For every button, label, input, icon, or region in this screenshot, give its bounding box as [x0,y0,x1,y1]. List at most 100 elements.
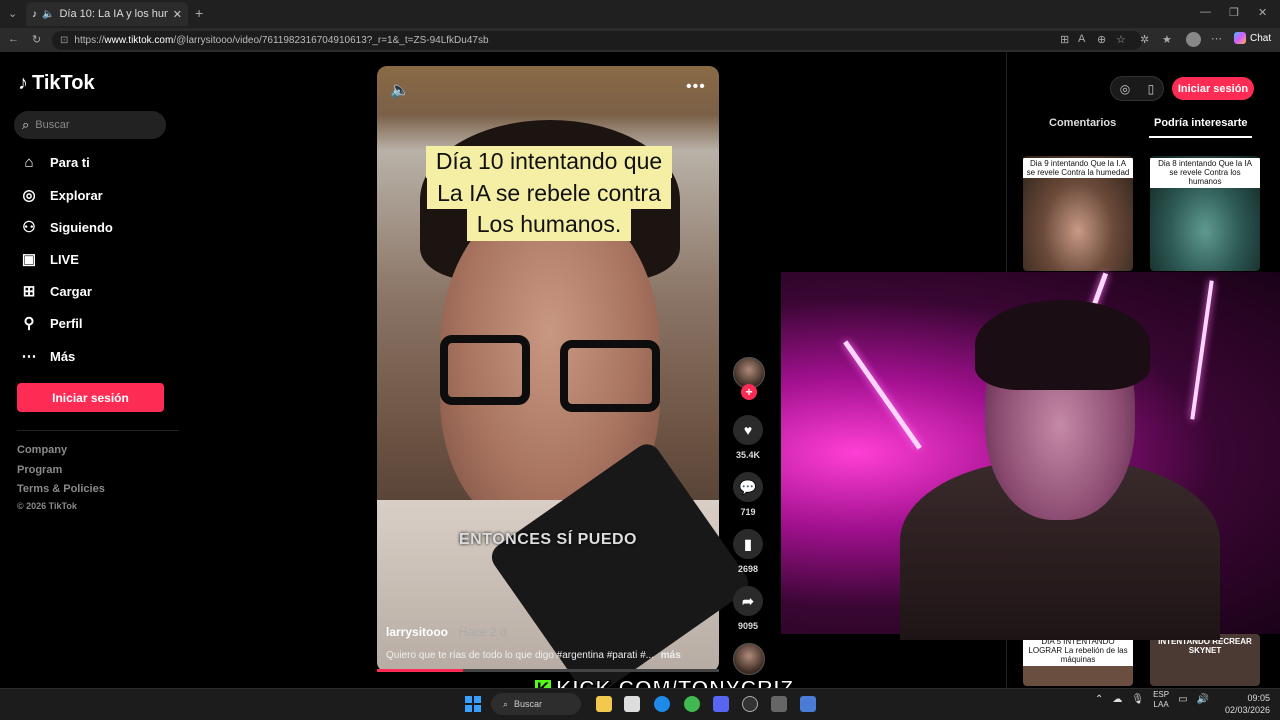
post-time: · Hace 2 d [451,625,507,639]
heart-icon[interactable]: ♥ [733,415,763,445]
file-explorer-icon[interactable] [596,696,612,712]
copilot-chat-button[interactable]: Chat [1234,32,1271,44]
follow-button[interactable]: + [741,384,757,400]
back-icon[interactable]: ← [8,33,19,45]
search-input[interactable]: ⌕ Buscar [14,111,166,139]
nav-perfil[interactable]: ⚲ Perfil [20,311,170,335]
suggested-video-thumb[interactable]: Dia 9 intentando Que la I.A se revele Co… [1023,156,1133,271]
suggested-video-thumb[interactable]: DIA 5 INTENTANDO LOGRAR La rebelión de l… [1023,634,1133,686]
upload-icon: ⊞ [22,283,36,300]
nav-label: Siguiendo [50,219,113,235]
streamer-hair [975,300,1150,390]
footer-terms-link[interactable]: Terms & Policies [17,483,105,495]
browser-tab[interactable]: ♪ 🔈 Día 10: La IA y los humanos e ✕ [26,2,188,26]
nav-cargar[interactable]: ⊞ Cargar [20,279,170,303]
suggested-video-thumb[interactable]: Dia 8 intentando Que la IA se revele Con… [1150,156,1260,271]
chrome-icon[interactable] [684,696,700,712]
taskbar-search-label: Buscar [514,699,543,709]
copilot-icon [1234,32,1246,44]
author-name[interactable]: larrysitooo [386,625,448,639]
mobile-icon[interactable]: ▯ [1148,82,1155,96]
tab-title: Día 10: La IA y los humanos e [59,8,167,20]
video-options-icon[interactable]: ••• [686,78,706,96]
login-button-header[interactable]: Iniciar sesión [1172,77,1254,100]
zoom-icon[interactable]: ⊕ [1097,33,1106,46]
edge-icon[interactable] [654,696,670,712]
share-action[interactable]: ➦ 9095 [733,586,763,631]
video-caption-overlay: Día 10 intentando que La IA se rebele co… [418,146,680,241]
nav-para-ti[interactable]: ⌂ Para ti [20,150,170,174]
save-action[interactable]: ▮ 2698 [733,529,763,574]
footer-copyright: © 2026 TikTok [17,501,77,511]
footer-company-link[interactable]: Company [17,444,67,456]
microphone-icon[interactable]: 🎙 [1131,694,1144,705]
caption-line: Día 10 intentando que [425,146,673,178]
windows-taskbar [0,688,1280,720]
new-tab-icon[interactable]: + [195,5,203,21]
taskbar-search[interactable]: ⌕ Buscar [491,693,581,715]
nav-live[interactable]: ▣ LIVE [20,247,170,271]
thumb-caption: Dia 9 intentando Que la I.A se revele Co… [1023,158,1133,179]
profile-avatar[interactable] [1186,32,1201,47]
volume-icon[interactable]: 🔈 [390,80,410,100]
share-count: 9095 [737,621,759,631]
network-app-icon[interactable]: ☁ [1112,694,1122,705]
tab-suggested[interactable]: Podría interesarte [1154,117,1248,129]
video-progress-fill [377,669,463,672]
chevron-up-icon[interactable]: ⌃ [1095,694,1103,705]
live-icon: ▣ [21,251,37,268]
nav-mas[interactable]: ⋯ Más [20,344,170,368]
app-icon[interactable] [800,696,816,712]
home-icon: ⌂ [24,153,34,171]
comment-icon[interactable]: 💬 [733,472,763,502]
favorite-star-icon[interactable]: ☆ [1116,33,1126,46]
close-window-icon[interactable]: ✕ [1258,6,1267,19]
header-icon-group: ◎ ▯ [1110,76,1164,101]
taskbar-clock[interactable]: 09:05 02/03/2026 [1222,692,1270,716]
bookmark-icon[interactable]: ▮ [733,529,763,559]
like-action[interactable]: ♥ 35.4K [733,415,763,460]
extension-icon[interactable]: ✲ [1140,33,1149,46]
tab-list-icon[interactable]: ⌄ [8,7,17,20]
suggested-video-thumb[interactable]: INTENTANDO RECREAR SKYNET [1150,634,1260,686]
tab-comments[interactable]: Comentarios [1049,117,1116,129]
app-icon[interactable]: ⊞ [1060,33,1069,46]
nav-explorar[interactable]: ◎ Explorar [20,183,170,207]
search-icon: ⌕ [503,698,509,709]
video-author[interactable]: larrysitooo · Hace 2 d [386,625,507,639]
tiktok-note-icon: ♪ [18,72,28,94]
nav-label: Explorar [50,187,103,203]
site-info-icon[interactable]: ⊡ [60,35,68,46]
maximize-icon[interactable]: ❐ [1229,6,1239,19]
audio-icon[interactable]: 🔈 [42,9,54,20]
language-indicator[interactable]: ESP LAA [1153,690,1169,709]
settings-more-icon[interactable]: ⋯ [1211,32,1222,45]
favorites-icon[interactable]: ★ [1162,33,1172,46]
nav-siguiendo[interactable]: ⚇ Siguiendo [20,215,170,239]
compass-icon[interactable]: ◎ [1120,82,1130,96]
refresh-icon[interactable]: ↻ [32,33,41,46]
login-button[interactable]: Iniciar sesión [17,383,164,412]
discord-icon[interactable] [713,696,729,712]
store-icon[interactable] [624,696,640,712]
tiktok-logo[interactable]: ♪ TikTok [18,72,95,95]
windows-start-icon[interactable] [465,696,481,712]
more-link[interactable]: más [661,650,681,661]
display-icon[interactable]: ▭ [1178,694,1187,705]
close-tab-icon[interactable]: ✕ [173,8,182,21]
obs-icon[interactable] [742,696,758,712]
system-tray: ⌃ ☁ 🎙 ESP LAA ▭ 🔊 [1095,690,1209,709]
comment-action[interactable]: 💬 719 [733,472,763,517]
lang-region: LAA [1153,699,1169,709]
volume-icon[interactable]: 🔊 [1197,694,1209,705]
sound-avatar[interactable] [733,643,765,675]
address-bar[interactable]: ⊡ https://www.tiktok.com/@larrysitooo/vi… [52,31,1142,50]
translate-icon[interactable]: A [1078,33,1085,45]
video-subtitle: ENTONCES SÍ PUEDO [458,531,637,548]
url-text: https://www.tiktok.com/@larrysitooo/vide… [74,35,488,46]
minimize-icon[interactable]: — [1200,6,1211,18]
footer-program-link[interactable]: Program [17,464,62,476]
app-icon[interactable] [771,696,787,712]
share-icon[interactable]: ➦ [733,586,763,616]
nav-label: LIVE [50,251,79,267]
